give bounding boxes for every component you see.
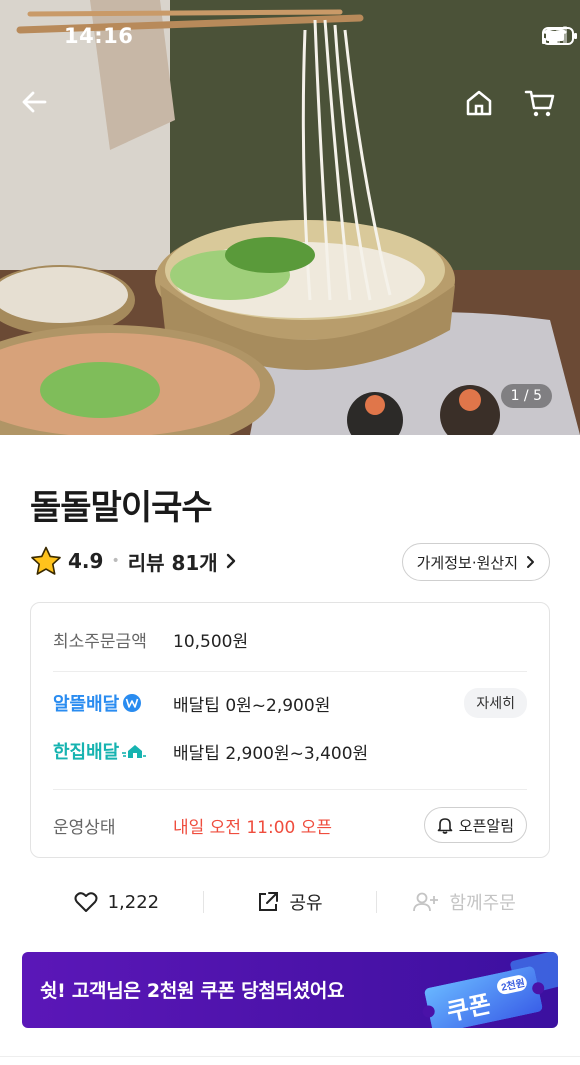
chevron-right-icon (226, 553, 235, 569)
min-order-value: 10,500원 (173, 631, 249, 652)
store-name: 돌돌말이국수 (30, 488, 213, 528)
open-alarm-label: 오픈알림 (458, 816, 514, 835)
group-order-button[interactable]: 함께주문 (377, 889, 550, 915)
rating-row: 4.9 • 리뷰 81개 (30, 545, 236, 577)
min-order-label: 최소주문금액 (53, 631, 147, 652)
star-icon (31, 546, 61, 575)
like-count: 1,222 (107, 891, 160, 913)
open-alarm-button[interactable]: 오픈알림 (423, 807, 527, 843)
share-label: 공유 (289, 893, 323, 914)
status-row: 운영상태 내일 오전 11:00 오픈 오픈알림 (53, 806, 527, 844)
add-person-icon (412, 892, 438, 912)
status-label: 운영상태 (53, 817, 116, 838)
divider (0, 1056, 580, 1057)
divider (53, 789, 527, 790)
saver-delivery-brand: 알뜰배달 (53, 690, 173, 716)
min-order-row: 최소주문금액 10,500원 (53, 625, 527, 653)
back-arrow-icon (22, 91, 47, 113)
cart-icon (524, 90, 555, 117)
saver-delivery-tip: 배달팁 0원~2,900원 (173, 695, 331, 716)
divider (53, 671, 527, 672)
single-delivery-row: 한집배달 배달팁 2,900원~3,400원 (53, 735, 527, 767)
home-icon (466, 90, 492, 116)
heart-icon (74, 892, 98, 912)
group-order-label: 함께주문 (449, 893, 516, 914)
share-button[interactable]: 공유 (204, 889, 377, 915)
store-info-label: 가게정보·원산지 (416, 553, 518, 572)
action-bar: 1,222 공유 함께주문 (30, 880, 550, 924)
coupon-banner-text: 쉿! 고객님은 2천원 쿠폰 당첨되셨어요 (40, 980, 345, 1002)
back-button[interactable] (20, 88, 56, 124)
like-button[interactable]: 1,222 (30, 891, 203, 913)
house-speed-icon (122, 745, 147, 758)
saver-delivery-brand-label: 알뜰배달 (53, 694, 120, 715)
saver-delivery-row: 알뜰배달 배달팁 0원~2,900원 자세히 (53, 687, 527, 719)
coupon-banner[interactable]: 쉿! 고객님은 2천원 쿠폰 당첨되셨어요 쿠폰 2천원 (22, 952, 558, 1028)
battery-icon (542, 27, 577, 45)
rating-value: 4.9 (68, 549, 104, 573)
review-link[interactable]: 리뷰 81개 (128, 547, 236, 576)
review-label: 리뷰 81개 (127, 550, 218, 575)
share-icon (259, 892, 279, 911)
status-value: 내일 오전 11:00 오픈 (173, 817, 333, 838)
single-delivery-brand-label: 한집배달 (53, 742, 120, 763)
chevron-right-icon (527, 556, 534, 568)
food-photo (0, 0, 580, 435)
delivery-info-card: 최소주문금액 10,500원 알뜰배달 배달팁 0원~2,900원 자세히 한집… (30, 602, 550, 858)
store-info-button[interactable]: 가게정보·원산지 (401, 543, 550, 581)
home-button[interactable] (464, 88, 500, 124)
detail-button[interactable]: 자세히 (464, 688, 527, 718)
single-delivery-brand: 한집배달 (53, 738, 173, 764)
status-time: 14:16 (64, 24, 134, 48)
hero-image[interactable]: 14:16 1 / 5 (0, 0, 580, 435)
bell-icon (437, 818, 453, 834)
separator-dot: • (111, 553, 120, 569)
won-icon (123, 694, 142, 712)
image-counter: 1 / 5 (500, 384, 552, 408)
cart-button[interactable] (524, 88, 560, 124)
single-delivery-tip: 배달팁 2,900원~3,400원 (173, 743, 369, 764)
coupon-ticket-icon: 쿠폰 2천원 (422, 952, 558, 1028)
